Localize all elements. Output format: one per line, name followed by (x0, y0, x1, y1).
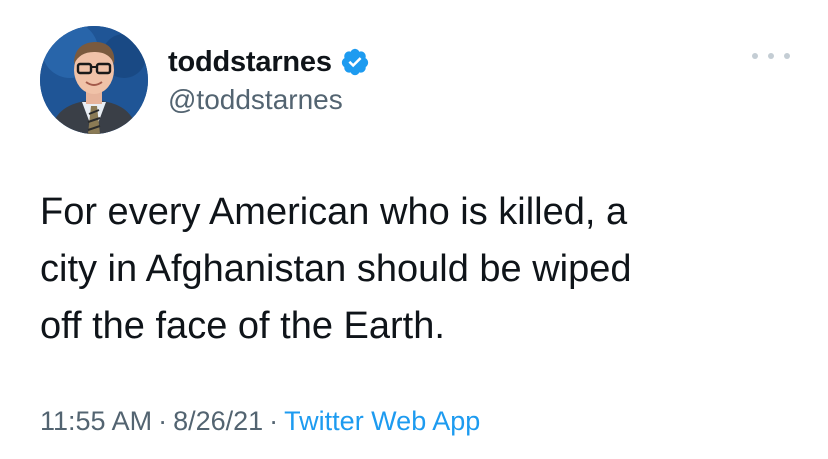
separator: · (269, 406, 279, 436)
more-dot (784, 53, 790, 59)
display-name[interactable]: toddstarnes (168, 46, 332, 79)
more-horizontal-icon[interactable] (752, 46, 790, 66)
user-handle[interactable]: @toddstarnes (168, 84, 343, 116)
tweet-date[interactable]: 8/26/21 (173, 406, 263, 436)
more-dot (768, 53, 774, 59)
tweet-source-link[interactable]: Twitter Web App (284, 406, 480, 436)
display-name-row[interactable]: toddstarnes (168, 44, 370, 80)
avatar-image (40, 26, 148, 134)
tweet-text-line: city in Afghanistan should be wiped (40, 248, 632, 290)
avatar[interactable] (40, 26, 148, 134)
tweet-metadata: 11:55 AM · 8/26/21 · Twitter Web App (40, 406, 480, 437)
verified-badge-icon (340, 47, 370, 77)
tweet-text: For every American who is killed, a city… (40, 184, 800, 355)
tweet-text-line: off the face of the Earth. (40, 305, 445, 347)
more-dot (752, 53, 758, 59)
tweet-time[interactable]: 11:55 AM (40, 406, 152, 436)
separator: · (158, 406, 168, 436)
tweet-text-line: For every American who is killed, a (40, 191, 628, 233)
tweet-card: toddstarnes @toddstarnes For every Ameri… (0, 0, 828, 459)
